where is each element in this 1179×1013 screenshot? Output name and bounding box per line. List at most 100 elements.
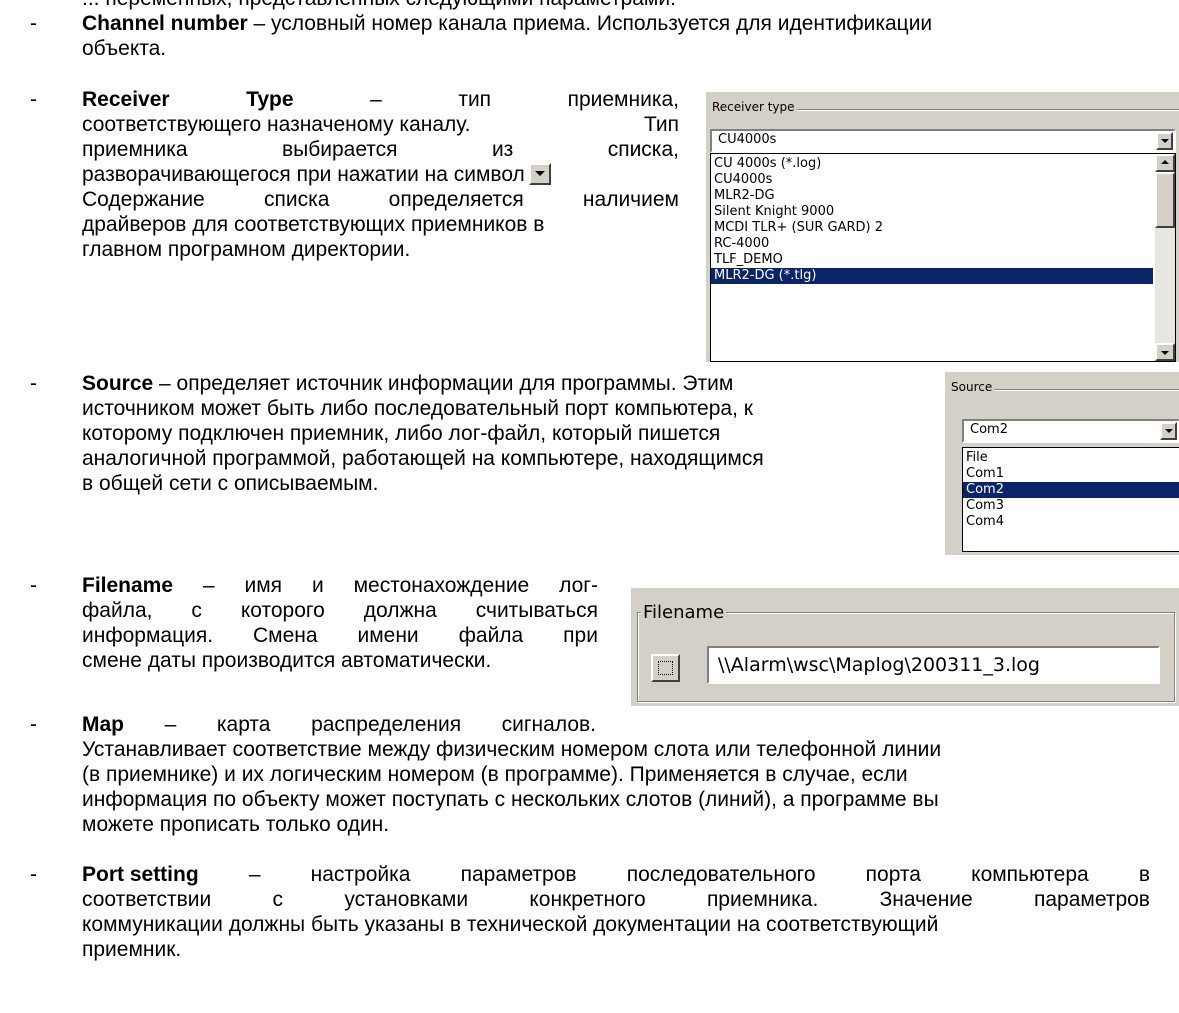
source-line-2: источником может быть либо последователь… bbox=[82, 397, 753, 420]
word: списка, bbox=[607, 138, 679, 161]
word: с bbox=[272, 888, 284, 911]
source-line-5: в общей сети с описываемым. bbox=[82, 472, 379, 495]
list-item[interactable]: RC-4000 bbox=[711, 236, 1153, 252]
filename-line-2: файла, с которого должна считываться bbox=[82, 598, 598, 623]
port-line-2: соответствии с установками конкретного п… bbox=[82, 887, 1150, 912]
word: и bbox=[311, 574, 324, 597]
word: в bbox=[1138, 863, 1150, 886]
word: считываться bbox=[475, 599, 598, 622]
word: компьютера bbox=[971, 863, 1089, 886]
word: из bbox=[491, 138, 514, 161]
filename-label: Filename bbox=[641, 602, 727, 623]
map-line-5: можете прописать только один. bbox=[82, 813, 390, 836]
source-line-4: аналогичной программой, работающей на ко… bbox=[82, 447, 764, 470]
word: приемника bbox=[82, 138, 188, 161]
receiver-type-list[interactable]: CU 4000s (*.log) CU4000s MLR2-DG Silent … bbox=[710, 153, 1176, 362]
scroll-thumb[interactable] bbox=[1155, 172, 1175, 228]
receiver-type-label: Receiver type bbox=[710, 100, 797, 114]
list-item[interactable]: Silent Knight 9000 bbox=[711, 204, 1153, 220]
word: Значение bbox=[879, 888, 973, 911]
word: тип bbox=[458, 88, 492, 111]
bullet-dash: - bbox=[30, 713, 37, 736]
list-item[interactable]: CU4000s bbox=[711, 172, 1153, 188]
dropdown-arrow-icon bbox=[528, 163, 551, 185]
list-item[interactable]: CU 4000s (*.log) bbox=[711, 156, 1153, 172]
header-line: ... переменных, представленных следующим… bbox=[82, 0, 676, 11]
word: – bbox=[164, 713, 177, 736]
word: Смена bbox=[252, 624, 318, 647]
filename-line-4: смене даты производится автоматически. bbox=[82, 649, 492, 672]
receiver-line-6: драйверов для соответствующих приемников… bbox=[82, 213, 545, 236]
word: – bbox=[248, 863, 261, 886]
scrollbar[interactable] bbox=[1155, 154, 1175, 361]
word: местонахождение bbox=[353, 574, 530, 597]
bullet-dash: - bbox=[30, 372, 37, 395]
receiver-type-dropdown-button[interactable] bbox=[1156, 132, 1173, 150]
source-list[interactable]: File Com1 Com2 Com3 Com4 bbox=[962, 447, 1179, 552]
word: разворачивающегося при нажатии на символ bbox=[82, 163, 525, 186]
filename-panel: Filename \\Alarm\wsc\Maplog\200311_3.log bbox=[631, 588, 1179, 706]
word: наличием bbox=[582, 188, 679, 211]
term-type: Type bbox=[246, 88, 294, 111]
list-item[interactable]: TLF_DEMO bbox=[711, 252, 1153, 268]
source-line-3: которому подключен приемник, либо лог-фа… bbox=[82, 422, 721, 445]
list-item[interactable]: Com4 bbox=[963, 514, 1179, 530]
word: соответствии bbox=[82, 888, 212, 911]
word: последовательного bbox=[626, 863, 816, 886]
source-value: Com2 bbox=[970, 422, 1008, 437]
arrow-up-icon bbox=[1161, 160, 1169, 164]
list-item[interactable]: MLR2-DG bbox=[711, 188, 1153, 204]
word: распределения bbox=[311, 713, 462, 736]
word: имени bbox=[357, 624, 419, 647]
browse-icon bbox=[658, 661, 673, 675]
word: приемника. bbox=[706, 888, 819, 911]
source-panel: Source Com2 File Com1 Com2 Com3 Com4 bbox=[945, 372, 1179, 555]
list-item[interactable]: File bbox=[963, 450, 1179, 466]
chevron-down-icon bbox=[1164, 429, 1173, 433]
list-item[interactable]: Com1 bbox=[963, 466, 1179, 482]
word: списка bbox=[263, 188, 330, 211]
source-combo[interactable]: Com2 bbox=[962, 419, 1179, 443]
list-item[interactable]: Com3 bbox=[963, 498, 1179, 514]
filename-value: \\Alarm\wsc\Maplog\200311_3.log bbox=[718, 654, 1040, 676]
word: Тип bbox=[643, 113, 679, 136]
receiver-line-3: приемника выбирается из списка, bbox=[82, 137, 679, 162]
receiver-type-panel: Receiver type CU4000s CU 4000s (*.log) C… bbox=[706, 92, 1179, 362]
source-label: Source bbox=[949, 380, 995, 394]
receiver-type-combo[interactable]: CU4000s bbox=[710, 129, 1176, 153]
receiver-line-1: Receiver Type – тип приемника, bbox=[82, 87, 679, 112]
word: порта bbox=[865, 863, 921, 886]
list-item-selected[interactable]: MLR2-DG (*.tlg) bbox=[711, 268, 1153, 284]
term-port-setting: Port setting bbox=[82, 863, 199, 886]
source-line-1: Source – определяет источник информации … bbox=[82, 371, 733, 396]
filename-input[interactable]: \\Alarm\wsc\Maplog\200311_3.log bbox=[707, 646, 1160, 684]
list-item[interactable]: MCDI TLR+ (SUR GARD) 2 bbox=[711, 220, 1153, 236]
port-line-1: Port setting – настройка параметров посл… bbox=[82, 862, 1150, 887]
receiver-line-2: соответствующего назначеному каналу. Тип bbox=[82, 112, 679, 137]
word: – bbox=[202, 574, 215, 597]
channel-line-2: объекта. bbox=[82, 37, 167, 60]
browse-button[interactable] bbox=[651, 654, 680, 682]
word: которого bbox=[240, 599, 325, 622]
term-filename: Filename bbox=[82, 574, 174, 597]
term-channel-number: Channel number bbox=[82, 12, 248, 35]
word: – bbox=[370, 88, 382, 111]
bullet-dash: - bbox=[30, 574, 37, 597]
list-item-selected[interactable]: Com2 bbox=[963, 482, 1179, 498]
term-receiver: Receiver bbox=[82, 88, 170, 111]
bullet-dash: - bbox=[30, 12, 37, 35]
word: сигналов. bbox=[501, 713, 596, 736]
receiver-line-7: главном програмном директории. bbox=[82, 238, 411, 261]
source-dropdown-button[interactable] bbox=[1160, 422, 1177, 440]
map-line-4: информация по объекту может поступать с … bbox=[82, 788, 939, 811]
word: имя bbox=[244, 574, 283, 597]
word: файла, bbox=[82, 599, 153, 622]
map-line-2: Устанавливает соответствие между физичес… bbox=[82, 738, 942, 761]
source-desc: – определяет источник информации для про… bbox=[153, 372, 734, 395]
word: файла bbox=[458, 624, 524, 647]
word: лог- bbox=[559, 574, 598, 597]
scroll-down-button[interactable] bbox=[1155, 343, 1175, 361]
channel-line-1: Channel number – условный номер канала п… bbox=[82, 11, 932, 36]
term-source: Source bbox=[82, 372, 154, 395]
scroll-up-button[interactable] bbox=[1155, 154, 1175, 172]
